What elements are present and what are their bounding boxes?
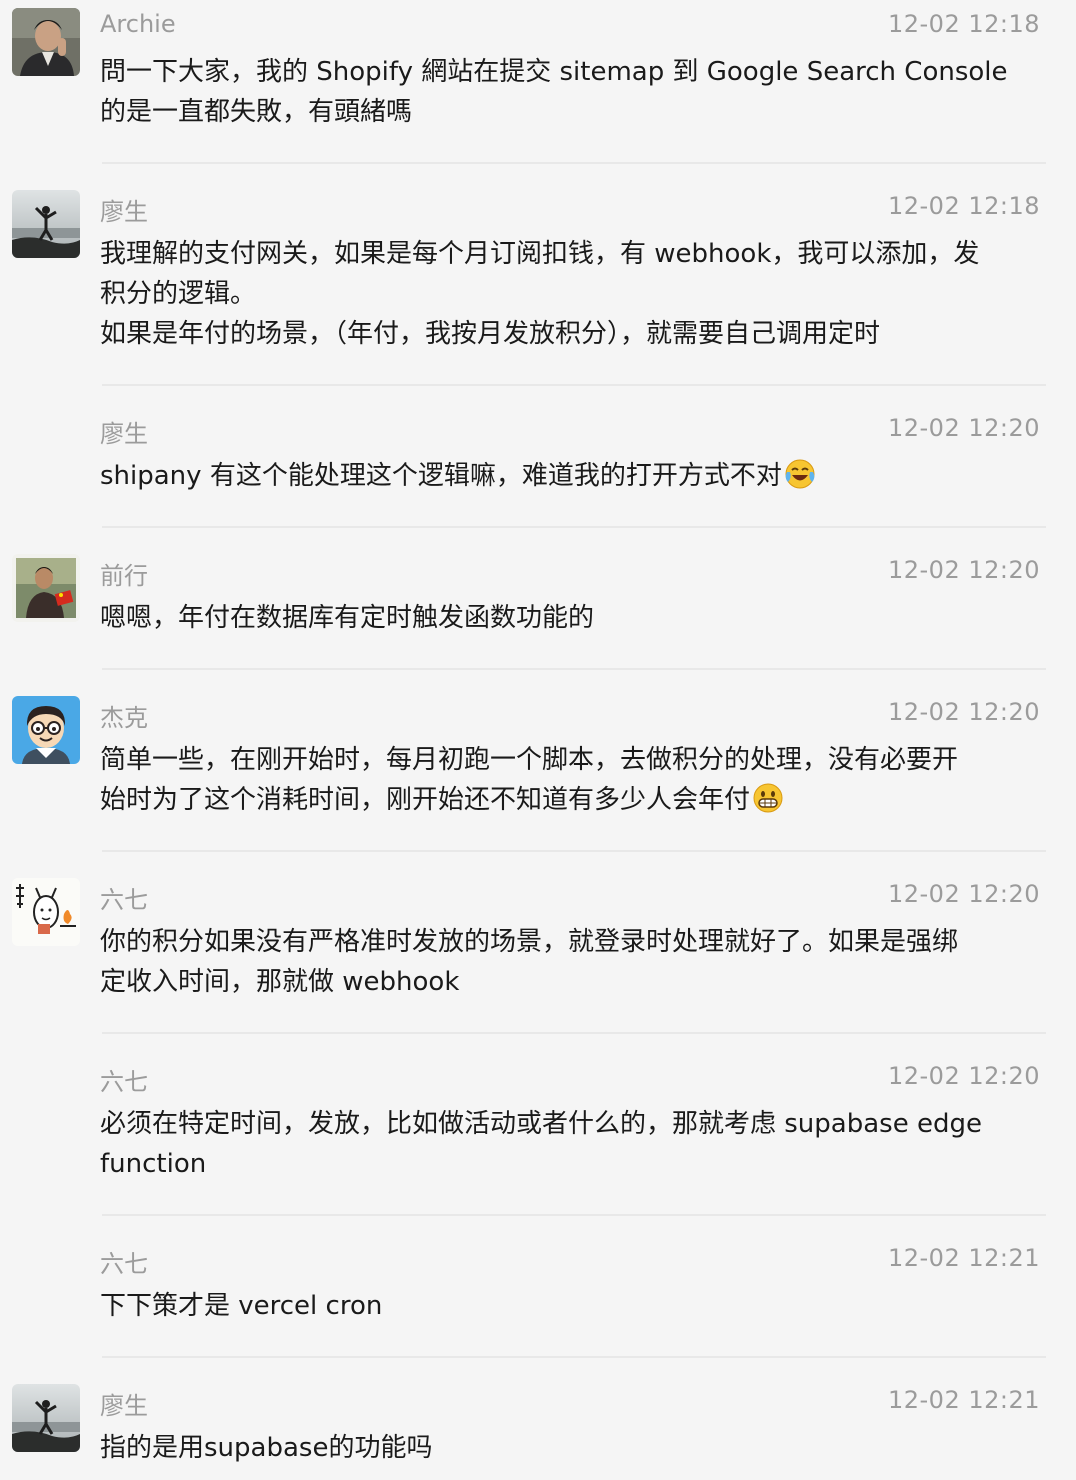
message-timestamp: 12-02 12:20 <box>887 1062 1040 1090</box>
message-line-text: shipany 有这个能处理这个逻辑嘛，难道我的打开方式不对 <box>100 461 782 491</box>
chat-message[interactable]: 廖生 12-02 12:18 我理解的支付网关，如果是每个月订阅扣钱，有 web… <box>0 182 1076 386</box>
message-timestamp: 12-02 12:18 <box>887 192 1040 220</box>
message-line: 問一下大家，我的 Shopify 網站在提交 sitemap 到 Google … <box>100 57 1008 87</box>
message-text: 下下策才是 vercel cron <box>100 1286 1050 1326</box>
message-text: 嗯嗯，年付在数据库有定时触发函数功能的 <box>100 598 1050 638</box>
message-divider <box>102 1032 1046 1034</box>
sender-name[interactable]: Archie <box>100 10 176 38</box>
message-line: 始时为了这个消耗时间，刚开始还不知道有多少人会年付 <box>100 780 1050 820</box>
sender-name[interactable]: 廖生 <box>100 414 148 449</box>
message-line: 积分的逻辑。 <box>100 279 257 309</box>
avatar-jieke[interactable] <box>12 696 80 764</box>
sender-name[interactable]: 杰克 <box>100 698 148 733</box>
message-text: 問一下大家，我的 Shopify 網站在提交 sitemap 到 Google … <box>100 52 1050 132</box>
grinning-emoji <box>753 783 783 813</box>
avatar-liaosheng[interactable] <box>12 1384 80 1452</box>
crying-laughing-emoji <box>785 459 815 489</box>
chat-message[interactable]: 六七 12-02 12:20 必须在特定时间，发放，比如做活动或者什么的，那就考… <box>0 1052 1076 1216</box>
message-line: 我理解的支付网关，如果是每个月订阅扣钱，有 webhook，我可以添加，发 <box>100 239 980 269</box>
message-timestamp: 12-02 12:18 <box>887 10 1040 38</box>
message-line: 指的是用supabase的功能吗 <box>100 1433 433 1463</box>
sender-name[interactable]: 廖生 <box>100 1386 148 1421</box>
message-divider <box>102 384 1046 386</box>
message-timestamp: 12-02 12:20 <box>887 414 1040 442</box>
message-text: 我理解的支付网关，如果是每个月订阅扣钱，有 webhook，我可以添加，发 积分… <box>100 234 1050 354</box>
message-line: 下下策才是 vercel cron <box>100 1291 383 1321</box>
sender-name[interactable]: 前行 <box>100 556 148 591</box>
message-timestamp: 12-02 12:20 <box>887 880 1040 908</box>
message-divider <box>102 1214 1046 1216</box>
message-text: 必须在特定时间，发放，比如做活动或者什么的，那就考虑 supabase edge… <box>100 1104 1050 1184</box>
message-line: 如果是年付的场景，（年付，我按月发放积分），就需要自己调用定时 <box>100 319 881 349</box>
chat-message[interactable]: 前行 12-02 12:20 嗯嗯，年付在数据库有定时触发函数功能的 <box>0 546 1076 670</box>
message-text: 简单一些，在刚开始时，每月初跑一个脚本，去做积分的处理，没有必要开 始时为了这个… <box>100 740 1050 820</box>
message-line: 简单一些，在刚开始时，每月初跑一个脚本，去做积分的处理，没有必要开 <box>100 745 959 775</box>
message-line: function <box>100 1149 207 1179</box>
chat-message[interactable]: Archie 12-02 12:18 問一下大家，我的 Shopify 網站在提… <box>0 0 1076 164</box>
message-timestamp: 12-02 12:21 <box>887 1244 1040 1272</box>
message-timestamp: 12-02 12:20 <box>887 698 1040 726</box>
sender-name[interactable]: 六七 <box>100 1062 148 1097</box>
message-divider <box>102 850 1046 852</box>
message-line: 你的积分如果没有严格准时发放的场景，就登录时处理就好了。如果是强绑 <box>100 927 959 957</box>
message-divider <box>102 162 1046 164</box>
message-line: 定收入时间，那就做 webhook <box>100 967 460 997</box>
chat-message[interactable]: 廖生 12-02 12:20 shipany 有这个能处理这个逻辑嘛，难道我的打… <box>0 404 1076 528</box>
message-divider <box>102 526 1046 528</box>
message-divider <box>102 1356 1046 1358</box>
chat-message[interactable]: 廖生 12-02 12:21 指的是用supabase的功能吗 <box>0 1376 1076 1480</box>
message-text: 指的是用supabase的功能吗 <box>100 1428 1050 1468</box>
message-timestamp: 12-02 12:20 <box>887 556 1040 584</box>
message-line: 嗯嗯，年付在数据库有定时触发函数功能的 <box>100 603 595 633</box>
message-line: 必须在特定时间，发放，比如做活动或者什么的，那就考虑 supabase edge <box>100 1109 982 1139</box>
sender-name[interactable]: 廖生 <box>100 192 148 227</box>
message-line: 的是一直都失敗，有頭緒嗎 <box>100 97 413 127</box>
message-text: shipany 有这个能处理这个逻辑嘛，难道我的打开方式不对 <box>100 456 1050 496</box>
message-text: 你的积分如果没有严格准时发放的场景，就登录时处理就好了。如果是强绑 定收入时间，… <box>100 922 1050 1002</box>
message-timestamp: 12-02 12:21 <box>887 1386 1040 1414</box>
avatar-archie[interactable] <box>12 8 80 76</box>
chat-message[interactable]: 杰克 12-02 12:20 简单一些，在刚开始时，每月初跑一个脚本，去做积分的… <box>0 688 1076 852</box>
avatar-qianxing[interactable] <box>12 554 80 622</box>
chat-message[interactable]: 六七 12-02 12:20 你的积分如果没有严格准时发放的场景，就登录时处理就… <box>0 870 1076 1034</box>
chat-message[interactable]: 六七 12-02 12:21 下下策才是 vercel cron <box>0 1234 1076 1358</box>
message-line: shipany 有这个能处理这个逻辑嘛，难道我的打开方式不对 <box>100 456 1050 496</box>
message-line-text: 始时为了这个消耗时间，刚开始还不知道有多少人会年付 <box>100 785 751 815</box>
chat-history[interactable]: Archie 12-02 12:18 問一下大家，我的 Shopify 網站在提… <box>0 0 1076 1480</box>
avatar-liaosheng[interactable] <box>12 190 80 258</box>
message-divider <box>102 668 1046 670</box>
sender-name[interactable]: 六七 <box>100 880 148 915</box>
avatar-liuqi[interactable] <box>12 878 80 946</box>
sender-name[interactable]: 六七 <box>100 1244 148 1279</box>
